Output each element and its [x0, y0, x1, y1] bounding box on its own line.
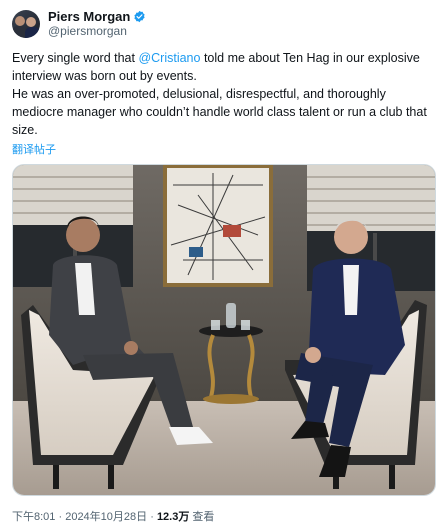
author-info: Piers Morgan @piersmorgan	[48, 9, 146, 39]
verified-badge-icon	[134, 10, 145, 23]
meta-separator: ·	[147, 511, 157, 523]
author-display-name[interactable]: Piers Morgan	[48, 9, 130, 24]
meta-separator: ·	[55, 511, 66, 523]
author-handle[interactable]: @piersmorgan	[48, 24, 146, 39]
tweet-meta: 下午8:01 · 2024年10月28日 · 12.3万 查看	[12, 508, 214, 524]
interview-photo	[13, 165, 435, 495]
tweet-text-paragraph: He was an over-promoted, delusional, dis…	[12, 87, 427, 137]
tweet-text-part: Every single word that	[12, 51, 139, 65]
views-count: 12.3万	[156, 511, 190, 523]
tweet-time[interactable]: 下午8:01	[12, 511, 55, 523]
avatar[interactable]	[12, 10, 40, 38]
tweet-text: Every single word that @Cristiano told m…	[12, 49, 438, 139]
tweet-header: Piers Morgan @piersmorgan	[12, 8, 146, 40]
mention-link[interactable]: @Cristiano	[138, 51, 200, 65]
tweet-photo[interactable]	[12, 164, 436, 496]
tweet-date[interactable]: 2024年10月28日	[65, 511, 147, 523]
views-label: 查看	[189, 511, 215, 523]
translate-post-link[interactable]: 翻译帖子	[12, 141, 56, 157]
